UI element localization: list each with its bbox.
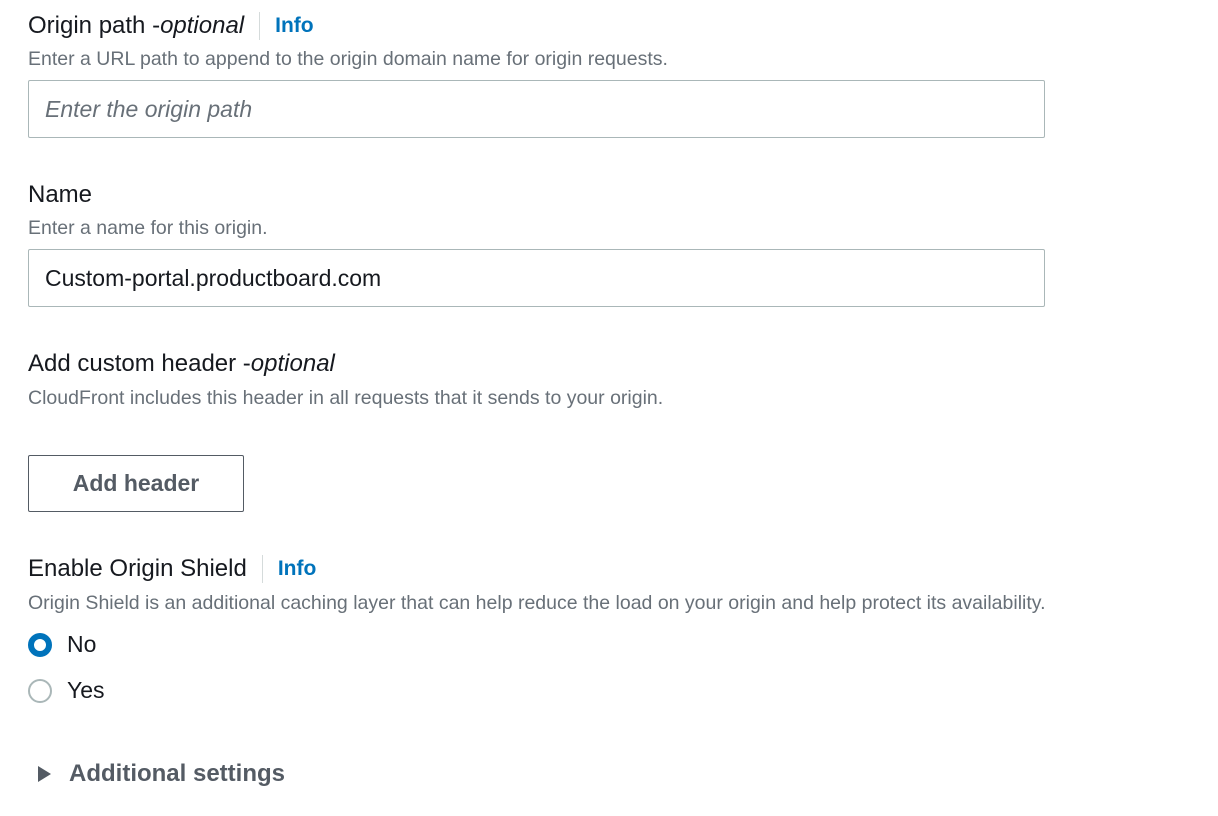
custom-header-description: CloudFront includes this header in all r… (28, 387, 664, 409)
origin-shield-label-row: Enable Origin Shield Info (28, 554, 316, 584)
custom-header-label: Add custom header - (28, 350, 251, 377)
origin-path-description: Enter a URL path to append to the origin… (28, 48, 668, 70)
custom-header-optional: optional (250, 350, 335, 377)
additional-settings-expander[interactable]: Additional settings (38, 760, 285, 788)
origin-shield-description: Origin Shield is an additional caching l… (28, 592, 1046, 614)
origin-path-info-link[interactable]: Info (275, 11, 313, 41)
info-separator (261, 555, 263, 583)
info-separator (259, 12, 261, 40)
caret-right-icon (38, 766, 51, 782)
origin-path-label-row: Origin path - optional Info (28, 11, 314, 41)
name-input[interactable] (28, 249, 1045, 307)
origin-shield-option-no[interactable]: No (28, 631, 96, 658)
additional-settings-label: Additional settings (69, 760, 285, 787)
origin-path-label: Origin path - (28, 12, 161, 39)
origin-path-input[interactable] (28, 80, 1045, 138)
origin-shield-label: Enable Origin Shield (28, 555, 247, 582)
add-header-button[interactable]: Add header (28, 455, 244, 512)
name-label: Name (28, 181, 93, 208)
radio-checked-icon[interactable] (28, 632, 52, 657)
custom-header-label-row: Add custom header - optional (28, 349, 335, 379)
origin-shield-option-yes[interactable]: Yes (28, 677, 105, 704)
name-label-row: Name (28, 180, 92, 210)
origin-shield-info-link[interactable]: Info (278, 554, 316, 584)
name-description: Enter a name for this origin. (28, 217, 268, 239)
origin-shield-option-label: Yes (67, 677, 105, 703)
radio-unchecked-icon[interactable] (28, 678, 52, 703)
origin-shield-option-label: No (67, 631, 97, 657)
origin-path-optional: optional (160, 12, 245, 39)
